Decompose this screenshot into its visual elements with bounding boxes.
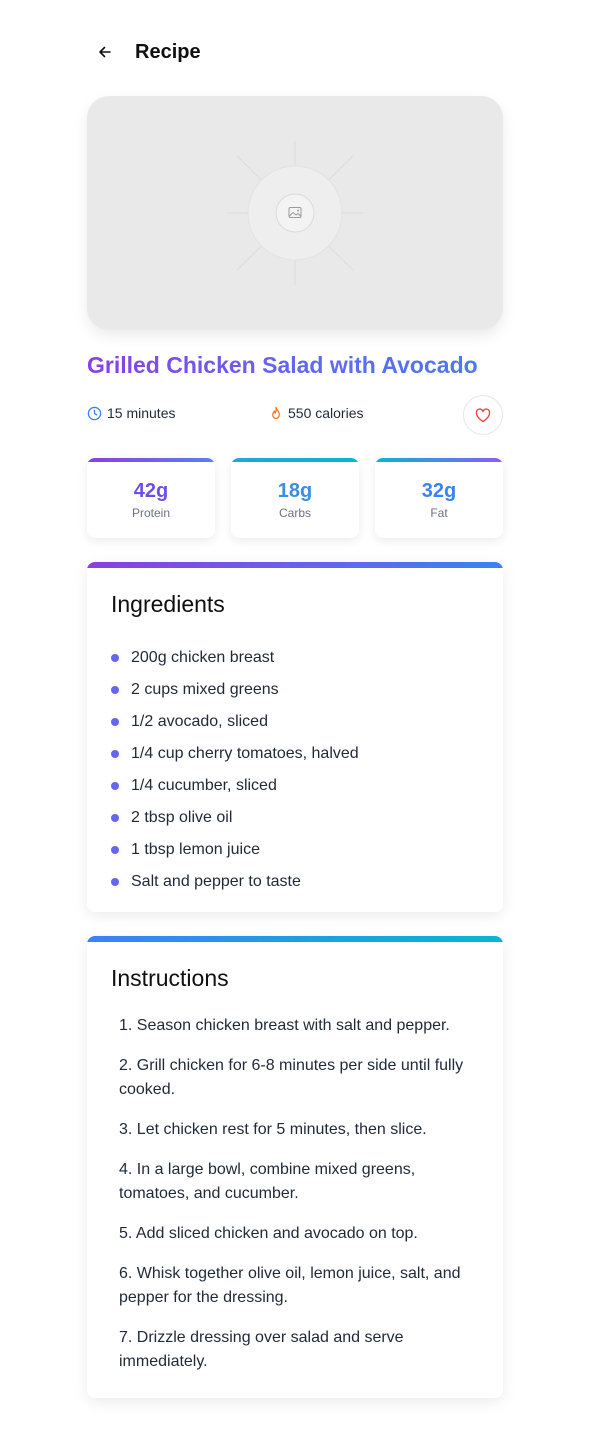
arrow-left-icon: [99, 46, 111, 58]
favorite-button[interactable]: [463, 395, 503, 435]
instructions-card: Instructions 1. Season chicken breast wi…: [87, 936, 503, 1398]
clock-icon: [87, 406, 102, 420]
ingredients-list: 200g chicken breast 2 cups mixed greens …: [111, 642, 359, 898]
time-info: 15 minutes: [87, 405, 175, 421]
bullet-dot: [111, 750, 119, 758]
instruction-step: 6. Whisk together olive oil, lemon juice…: [119, 1265, 461, 1306]
ingredient-text: 1/4 cucumber, sliced: [131, 777, 277, 794]
instructions-title: Instructions: [111, 965, 229, 991]
bullet-dot: [111, 846, 119, 854]
macro-value: 32g: [421, 480, 457, 502]
ingredient-item: 200g chicken breast: [111, 642, 359, 674]
bullet-dot: [111, 654, 119, 662]
calories: 550 calories: [288, 405, 364, 421]
macro-card-protein: 42g Protein: [87, 458, 215, 538]
instruction-step: 2. Grill chicken for 6-8 minutes per sid…: [119, 1057, 464, 1098]
ingredient-item: 2 cups mixed greens: [111, 674, 359, 706]
bullet-dot: [111, 814, 119, 822]
bullet-dot: [111, 718, 119, 726]
recipe-meta: 15 minutes 550 calories: [87, 395, 503, 435]
macro-label: Protein: [131, 506, 171, 520]
macro-label: Fat: [430, 506, 448, 520]
macro-value: 18g: [277, 480, 313, 502]
ingredient-text: 1 tbsp lemon juice: [131, 841, 260, 858]
recipe-image: [87, 96, 503, 330]
ingredient-text: Salt and pepper to taste: [131, 873, 301, 890]
ingredient-text: 1/4 cup cherry tomatoes, halved: [131, 745, 359, 762]
macros-row: 42g Protein 18g Carbs 32g Fat: [87, 458, 503, 538]
ingredient-item: Salt and pepper to taste: [111, 866, 359, 898]
instruction-step: 5. Add sliced chicken and avocado on top…: [119, 1225, 418, 1242]
ingredient-item: 2 tbsp olive oil: [111, 802, 359, 834]
ingredient-item: 1/2 avocado, sliced: [111, 706, 359, 738]
ingredients-card: Ingredients 200g chicken breast 2 cups m…: [87, 562, 503, 912]
page-title: Recipe: [135, 40, 201, 63]
instruction-step: 3. Let chicken rest for 5 minutes, then …: [119, 1121, 427, 1138]
flame-icon: [272, 406, 280, 419]
bullet-dot: [111, 878, 119, 886]
macro-value: 42g: [133, 480, 169, 502]
macro-card-carbs: 18g Carbs: [231, 458, 359, 538]
recipe-title: Grilled Chicken Salad with Avocado: [87, 352, 507, 379]
ingredient-text: 2 tbsp olive oil: [131, 809, 233, 826]
ingredient-item: 1/4 cup cherry tomatoes, halved: [111, 738, 359, 770]
ingredient-text: 2 cups mixed greens: [131, 681, 279, 698]
bullet-dot: [111, 686, 119, 694]
calories-info: 550 calories: [269, 405, 364, 421]
instruction-step: 1. Season chicken breast with salt and p…: [119, 1017, 450, 1034]
instruction-step: 7. Drizzle dressing over salad and serve…: [119, 1329, 404, 1370]
cook-time: 15 minutes: [107, 405, 176, 421]
bullet-dot: [111, 782, 119, 790]
macro-label: Carbs: [278, 506, 311, 520]
image-placeholder-icon: [227, 141, 363, 285]
instructions-list: 1. Season chicken breast with salt and p…: [119, 1014, 479, 1390]
ingredient-item: 1/4 cucumber, sliced: [111, 770, 359, 802]
app-header: Recipe: [87, 32, 503, 72]
back-button[interactable]: [87, 32, 127, 72]
heart-icon: [475, 407, 491, 422]
instruction-step: 4. In a large bowl, combine mixed greens…: [119, 1161, 416, 1202]
macro-card-fat: 32g Fat: [375, 458, 503, 538]
ingredient-item: 1 tbsp lemon juice: [111, 834, 359, 866]
ingredients-title: Ingredients: [111, 591, 225, 617]
ingredient-text: 1/2 avocado, sliced: [131, 713, 268, 730]
ingredient-text: 200g chicken breast: [131, 649, 275, 666]
